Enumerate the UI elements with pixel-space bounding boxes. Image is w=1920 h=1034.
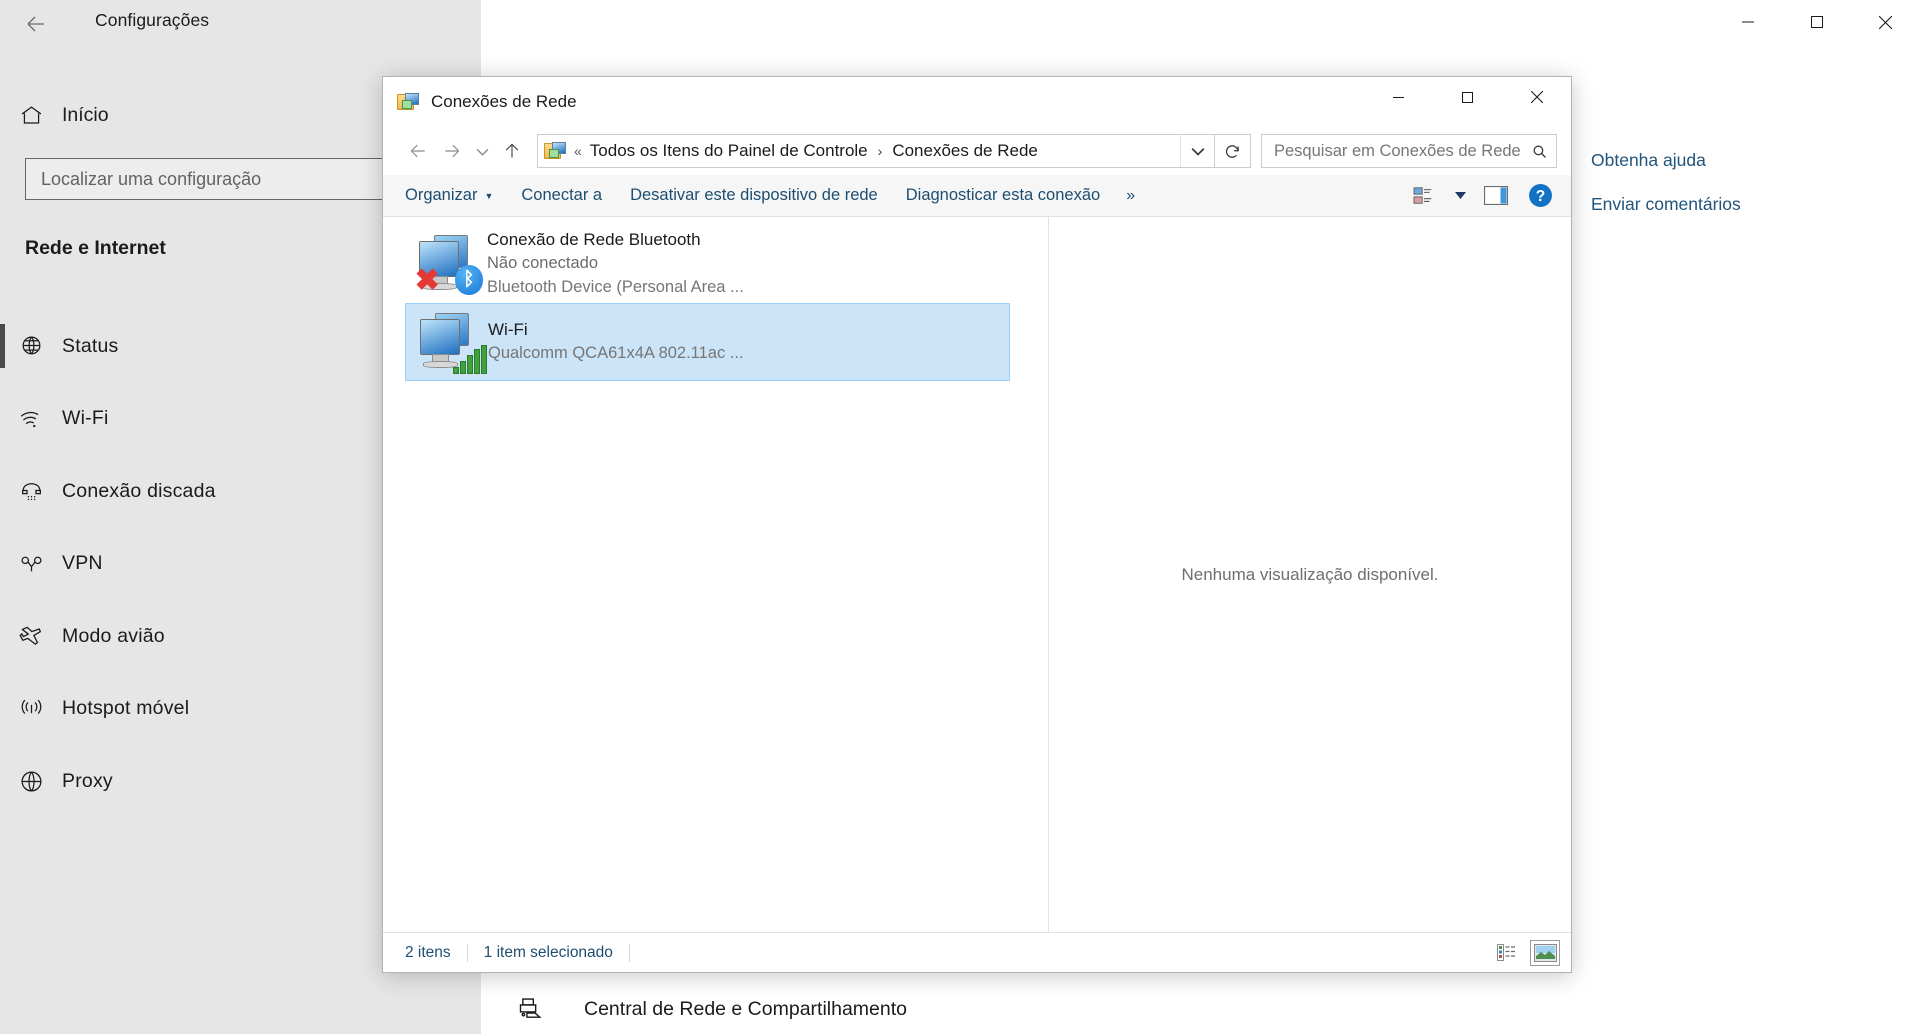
network-adapter-wifi-icon <box>416 310 488 374</box>
large-icons-view-button[interactable] <box>1530 939 1560 966</box>
up-button[interactable] <box>495 134 529 168</box>
status-divider <box>466 943 468 962</box>
send-feedback-link[interactable]: Enviar comentários <box>1591 194 1741 215</box>
settings-maximize-button[interactable] <box>1782 0 1851 44</box>
globe-icon <box>0 769 62 794</box>
wifi-icon <box>0 406 62 432</box>
breadcrumb-separator-icon[interactable]: › <box>868 143 893 159</box>
toolbar-right-group: ? <box>1405 180 1571 212</box>
list-item-text: Conexão de Rede Bluetooth Não conectado … <box>487 228 744 300</box>
airplane-icon <box>0 623 62 649</box>
view-mode-buttons <box>1493 939 1560 966</box>
explorer-maximize-button[interactable] <box>1433 77 1502 117</box>
connect-to-button[interactable]: Conectar a <box>507 180 616 212</box>
settings-window-controls <box>1713 0 1920 44</box>
selection-indicator <box>0 324 5 368</box>
explorer-toolbar: Organizar ▼ Conectar a Desativar este di… <box>383 175 1571 217</box>
selection-count: 1 item selecionado <box>483 943 613 961</box>
organize-button[interactable]: Organizar ▼ <box>391 180 507 212</box>
disable-device-label: Desativar este dispositivo de rede <box>630 186 878 204</box>
settings-titlebar: Configurações <box>0 0 1920 48</box>
network-sharing-center-label: Central de Rede e Compartilhamento <box>584 997 908 1020</box>
network-connections-folder-icon <box>397 92 419 112</box>
list-item[interactable]: ✖ ᛒ Conexão de Rede Bluetooth Não conect… <box>405 225 1010 303</box>
connection-device: Qualcomm QCA61x4A 802.11ac ... <box>488 344 744 363</box>
chevron-down-icon[interactable] <box>1180 135 1214 167</box>
connection-name: Wi-Fi <box>488 319 528 339</box>
get-help-link[interactable]: Obtenha ajuda <box>1591 150 1741 171</box>
breadcrumb-item-control-panel[interactable]: Todos os Itens do Painel de Controle <box>590 141 868 161</box>
toolbar-overflow-button[interactable]: » <box>1114 187 1147 205</box>
sidebar-label: Modo avião <box>62 624 165 647</box>
search-icon[interactable] <box>1531 143 1548 160</box>
connection-name: Conexão de Rede Bluetooth <box>487 229 701 249</box>
breadcrumb-folder-icon <box>544 141 566 161</box>
settings-back-button[interactable] <box>16 4 56 44</box>
refresh-button[interactable] <box>1215 134 1251 168</box>
status-divider <box>628 943 630 962</box>
explorer-titlebar[interactable]: Conexões de Rede <box>383 77 1571 127</box>
settings-right-links: Obtenha ajuda Enviar comentários <box>1591 150 1741 238</box>
globe-grid-icon <box>0 334 62 359</box>
network-connections-window: Conexões de Rede « Todos os Itens do Pai… <box>382 76 1572 973</box>
sidebar-label: VPN <box>62 552 103 575</box>
sidebar-label: Wi-Fi <box>62 407 109 430</box>
forward-button[interactable] <box>435 134 469 168</box>
hotspot-icon <box>0 696 62 721</box>
breadcrumb-overflow-icon[interactable]: « <box>566 143 590 159</box>
connections-list: ✖ ᛒ Conexão de Rede Bluetooth Não conect… <box>383 217 1048 932</box>
sidebar-label: Conexão discada <box>62 479 216 502</box>
settings-title: Configurações <box>95 10 210 30</box>
explorer-close-button[interactable] <box>1502 77 1571 117</box>
sidebar-label: Status <box>62 334 119 357</box>
diagnose-connection-button[interactable]: Diagnosticar esta conexão <box>892 180 1114 212</box>
preview-pane: Nenhuma visualização disponível. <box>1049 217 1571 932</box>
sidebar-label: Hotspot móvel <box>62 697 190 720</box>
svg-text:?: ? <box>1535 188 1545 205</box>
preview-pane-button[interactable] <box>1477 180 1515 212</box>
item-count: 2 itens <box>405 943 451 961</box>
network-sharing-center-link[interactable]: Central de Rede e Compartilhamento <box>516 995 907 1023</box>
network-adapter-bluetooth-icon: ✖ ᛒ <box>415 232 487 296</box>
home-label: Início <box>62 103 109 126</box>
preview-empty-text: Nenhuma visualização disponível. <box>1181 564 1439 584</box>
back-button[interactable] <box>401 134 435 168</box>
settings-minimize-button[interactable] <box>1713 0 1782 44</box>
change-view-button[interactable] <box>1405 180 1443 212</box>
connection-status: Não conectado <box>487 254 598 273</box>
disable-device-button[interactable]: Desativar este dispositivo de rede <box>616 180 892 212</box>
organize-label: Organizar <box>405 186 478 204</box>
dialup-icon <box>0 479 62 504</box>
settings-section-heading: Rede e Internet <box>25 237 166 259</box>
explorer-window-controls <box>1364 77 1571 117</box>
connect-to-label: Conectar a <box>521 186 603 204</box>
settings-close-button[interactable] <box>1851 0 1920 44</box>
vpn-key-icon <box>0 551 62 576</box>
explorer-address-row: « Todos os Itens do Painel de Controle ›… <box>383 127 1571 175</box>
help-button[interactable]: ? <box>1521 180 1559 212</box>
connection-device: Bluetooth Device (Personal Area ... <box>487 278 744 297</box>
breadcrumb-item-network-connections[interactable]: Conexões de Rede <box>892 141 1038 161</box>
network-sharing-icon <box>516 995 546 1023</box>
sidebar-label: Proxy <box>62 769 113 792</box>
address-bar[interactable]: « Todos os Itens do Painel de Controle ›… <box>537 134 1215 168</box>
details-view-button[interactable] <box>1493 941 1521 965</box>
explorer-search-box[interactable] <box>1261 134 1557 168</box>
list-item[interactable]: Wi-Fi Qualcomm QCA61x4A 802.11ac ... <box>405 303 1010 381</box>
change-view-dropdown[interactable] <box>1449 180 1471 212</box>
explorer-search-input[interactable] <box>1274 141 1531 161</box>
list-item-text: Wi-Fi Qualcomm QCA61x4A 802.11ac ... <box>488 318 744 367</box>
recent-locations-button[interactable] <box>469 134 495 168</box>
chevron-down-icon: ▼ <box>484 190 494 201</box>
explorer-body: ✖ ᛒ Conexão de Rede Bluetooth Não conect… <box>383 217 1571 932</box>
explorer-title: Conexões de Rede <box>431 92 577 111</box>
explorer-minimize-button[interactable] <box>1364 77 1433 117</box>
home-icon <box>0 103 62 128</box>
explorer-status-bar: 2 itens 1 item selecionado <box>383 932 1571 972</box>
diagnose-connection-label: Diagnosticar esta conexão <box>905 186 1101 204</box>
